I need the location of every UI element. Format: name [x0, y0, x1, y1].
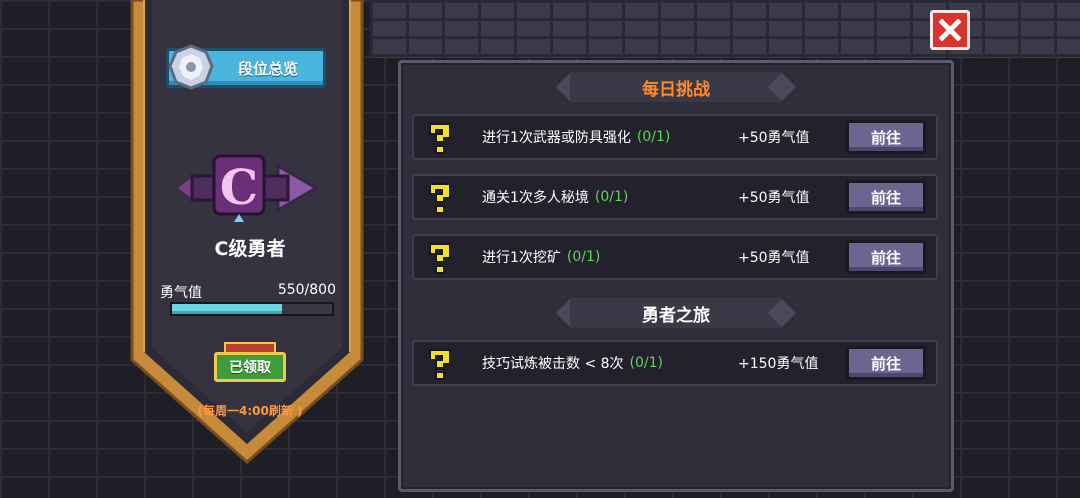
close-icon: [939, 19, 961, 41]
task-reward: +150勇气值: [738, 356, 819, 372]
task-progress: (0/1): [636, 129, 671, 145]
task-progress: (0/1): [566, 249, 601, 265]
task-progress: (0/1): [594, 189, 629, 205]
question-mark-icon: [429, 243, 451, 274]
go-button[interactable]: 前往: [846, 120, 926, 154]
rank-c-badge-icon: C: [178, 152, 319, 224]
hero-journey-header: 勇者之旅: [555, 298, 797, 328]
rank-title: C级勇者: [214, 238, 286, 260]
svg-text:C: C: [220, 160, 258, 216]
courage-value: 550/800: [277, 282, 336, 298]
hero-journey-title: 勇者之旅: [570, 298, 782, 328]
close-button[interactable]: [930, 10, 970, 50]
task-description: 进行1次挖矿 (0/1): [482, 236, 600, 278]
rank-emblem-icon[interactable]: [166, 42, 216, 92]
task-description: 进行1次武器或防具强化 (0/1): [482, 116, 670, 158]
daily-challenge-header: 每日挑战: [555, 72, 797, 102]
task-row: 技巧试炼被击数 < 8次 (0/1) +150勇气值 前往: [412, 340, 938, 386]
go-button[interactable]: 前往: [846, 346, 926, 380]
task-description: 技巧试炼被击数 < 8次 (0/1): [482, 342, 663, 384]
courage-progress-fill: [172, 304, 282, 314]
claimed-label: 已领取: [229, 360, 271, 376]
stone-wall-top: [370, 0, 1080, 58]
claimed-chest-button[interactable]: 已领取: [214, 352, 286, 382]
rank-overview-label: 段位总览: [237, 59, 298, 78]
task-reward: +50勇气值: [738, 130, 810, 146]
task-text: 进行1次挖矿: [482, 250, 561, 266]
task-reward: +50勇气值: [738, 250, 810, 266]
task-row: 通关1次多人秘境 (0/1) +50勇气值 前往: [412, 174, 938, 220]
question-mark-icon: [429, 349, 451, 380]
task-row: 进行1次挖矿 (0/1) +50勇气值 前往: [412, 234, 938, 280]
courage-progress-bar: [170, 302, 334, 316]
task-row: 进行1次武器或防具强化 (0/1) +50勇气值 前往: [412, 114, 938, 160]
go-button[interactable]: 前往: [846, 180, 926, 214]
task-text: 通关1次多人秘境: [482, 190, 589, 206]
task-description: 通关1次多人秘境 (0/1): [482, 176, 628, 218]
daily-challenge-title: 每日挑战: [570, 72, 782, 102]
question-mark-icon: [429, 123, 451, 154]
question-mark-icon: [429, 183, 451, 214]
task-progress: (0/1): [629, 355, 664, 371]
task-text: 技巧试炼被击数 < 8次: [482, 356, 624, 372]
refresh-note: (每周一4:00刷新 ): [197, 404, 303, 418]
task-reward: +50勇气值: [738, 190, 810, 206]
go-button[interactable]: 前往: [846, 240, 926, 274]
task-text: 进行1次武器或防具强化: [482, 130, 631, 146]
courage-label: 勇气值: [160, 285, 202, 301]
